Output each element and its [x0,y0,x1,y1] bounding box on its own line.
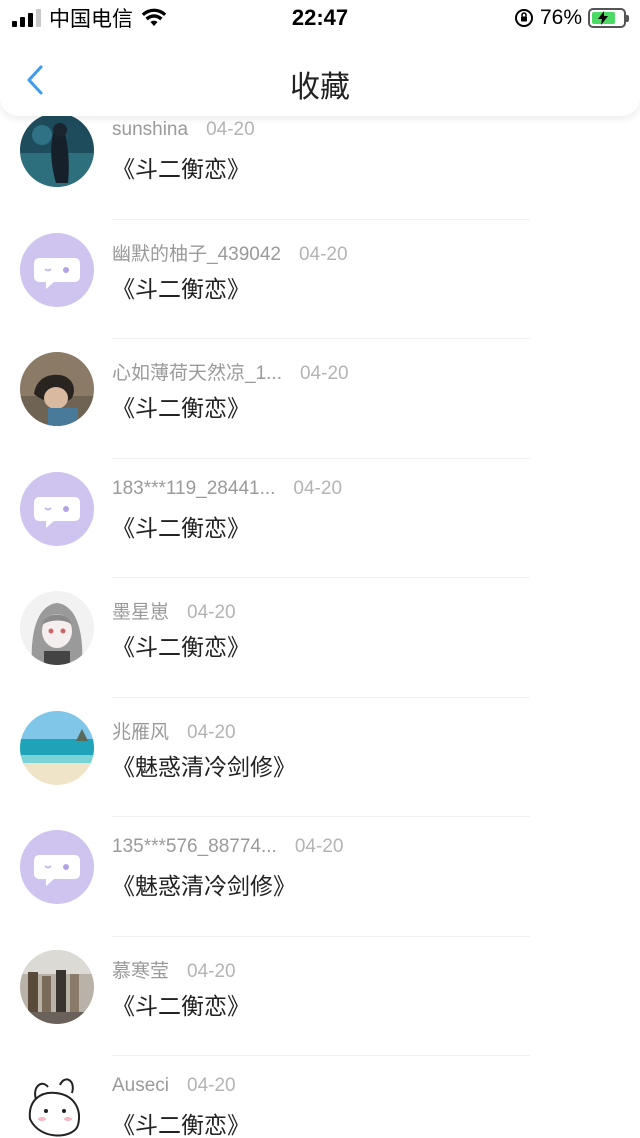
list-item[interactable]: 135***576_88774... 04-20 《魅惑清冷剑修》 [0,817,640,937]
item-meta: 慕寒莹 04-20 [112,956,236,983]
item-date: 04-20 [187,1075,236,1096]
list-item[interactable]: 墨星崽 04-20 《斗二衡恋》 [0,578,640,698]
avatar[interactable] [20,830,94,904]
avatar[interactable] [20,949,94,1024]
page-title: 收藏 [290,71,350,104]
list-item[interactable]: 慕寒莹 04-20 《斗二衡恋》 [0,937,640,1056]
list-item[interactable]: 幽默的柚子_439042 04-20 《斗二衡恋》 [0,220,640,339]
avatar[interactable] [20,471,94,546]
item-title[interactable]: 《斗二衡恋》 [112,150,250,184]
item-date: 04-20 [187,721,236,743]
item-date: 04-20 [298,243,348,265]
avatar[interactable] [20,113,94,187]
item-username: Auseci [112,1075,170,1096]
item-meta: 183***119_28441... 04-20 [112,478,342,500]
item-username: 兆雁风 [112,721,170,743]
item-title[interactable]: 《斗二衡恋》 [112,509,250,543]
item-username: 183***119_28441... [112,477,276,499]
item-meta: Auseci 04-20 [112,1075,236,1097]
list-item[interactable]: sunshina 04-20 《斗二衡恋》 [0,100,640,220]
signal-icon [12,9,41,27]
item-username: 慕寒莹 [112,960,170,982]
item-meta: 墨星崽 04-20 [112,597,236,624]
item-date: 04-20 [206,119,255,140]
item-meta: 幽默的柚子_439042 04-20 [112,239,348,266]
item-title[interactable]: 《斗二衡恋》 [112,389,250,423]
orientation-lock-icon [514,9,533,27]
avatar[interactable] [20,591,94,665]
charging-bolt-icon [598,11,609,25]
item-title[interactable]: 《斗二衡恋》 [112,987,250,1021]
avatar[interactable] [20,352,94,426]
item-date: 04-20 [293,477,343,499]
item-title[interactable]: 《魅惑清冷剑修》 [112,748,296,782]
battery-icon [588,8,629,28]
item-meta: 兆雁风 04-20 [112,717,236,744]
item-username: 135***576_88774... [112,836,277,857]
list-item[interactable]: 兆雁风 04-20 《魅惑清冷剑修》 [0,698,640,817]
item-username: 幽默的柚子_439042 [112,243,281,265]
item-title[interactable]: 《斗二衡恋》 [112,628,250,662]
item-title[interactable]: 《魅惑清冷剑修》 [112,867,296,901]
avatar[interactable] [20,710,94,785]
item-meta: 心如薄荷天然凉_1... 04-20 [112,358,349,385]
battery-percent: 76% [539,6,582,29]
navigation-bar: 收藏 [0,36,640,116]
list-item[interactable]: 心如薄荷天然凉_1... 04-20 《斗二衡恋》 [0,339,640,459]
wifi-icon [141,8,167,26]
status-bar: 中国电信 22:47 76% [0,0,640,36]
item-date: 04-20 [294,836,344,857]
list-item[interactable]: Auseci 04-20 《斗二衡恋》 [0,1056,640,1138]
favorites-list: sunshina 04-20 《斗二衡恋》 幽默的柚子_439042 04-20 《… [0,100,640,1138]
item-title[interactable]: 《斗二衡恋》 [112,270,250,304]
item-meta: 135***576_88774... 04-20 [112,836,343,858]
item-date: 04-20 [187,602,236,623]
item-date: 04-20 [187,960,236,982]
list-item[interactable]: 183***119_28441... 04-20 《斗二衡恋》 [0,459,640,578]
item-date: 04-20 [299,363,349,384]
battery-fill [592,11,615,25]
item-username: 墨星崽 [112,602,170,623]
item-title[interactable]: 《斗二衡恋》 [112,1106,250,1138]
item-username: sunshina [112,119,189,140]
avatar[interactable] [20,232,94,307]
item-username: 心如薄荷天然凉_1... [112,363,282,384]
avatar[interactable] [20,1069,94,1138]
item-meta: sunshina 04-20 [112,119,255,141]
carrier-label: 中国电信 [49,8,133,31]
status-right: 76% [514,6,629,30]
status-left: 中国电信 [12,3,167,33]
